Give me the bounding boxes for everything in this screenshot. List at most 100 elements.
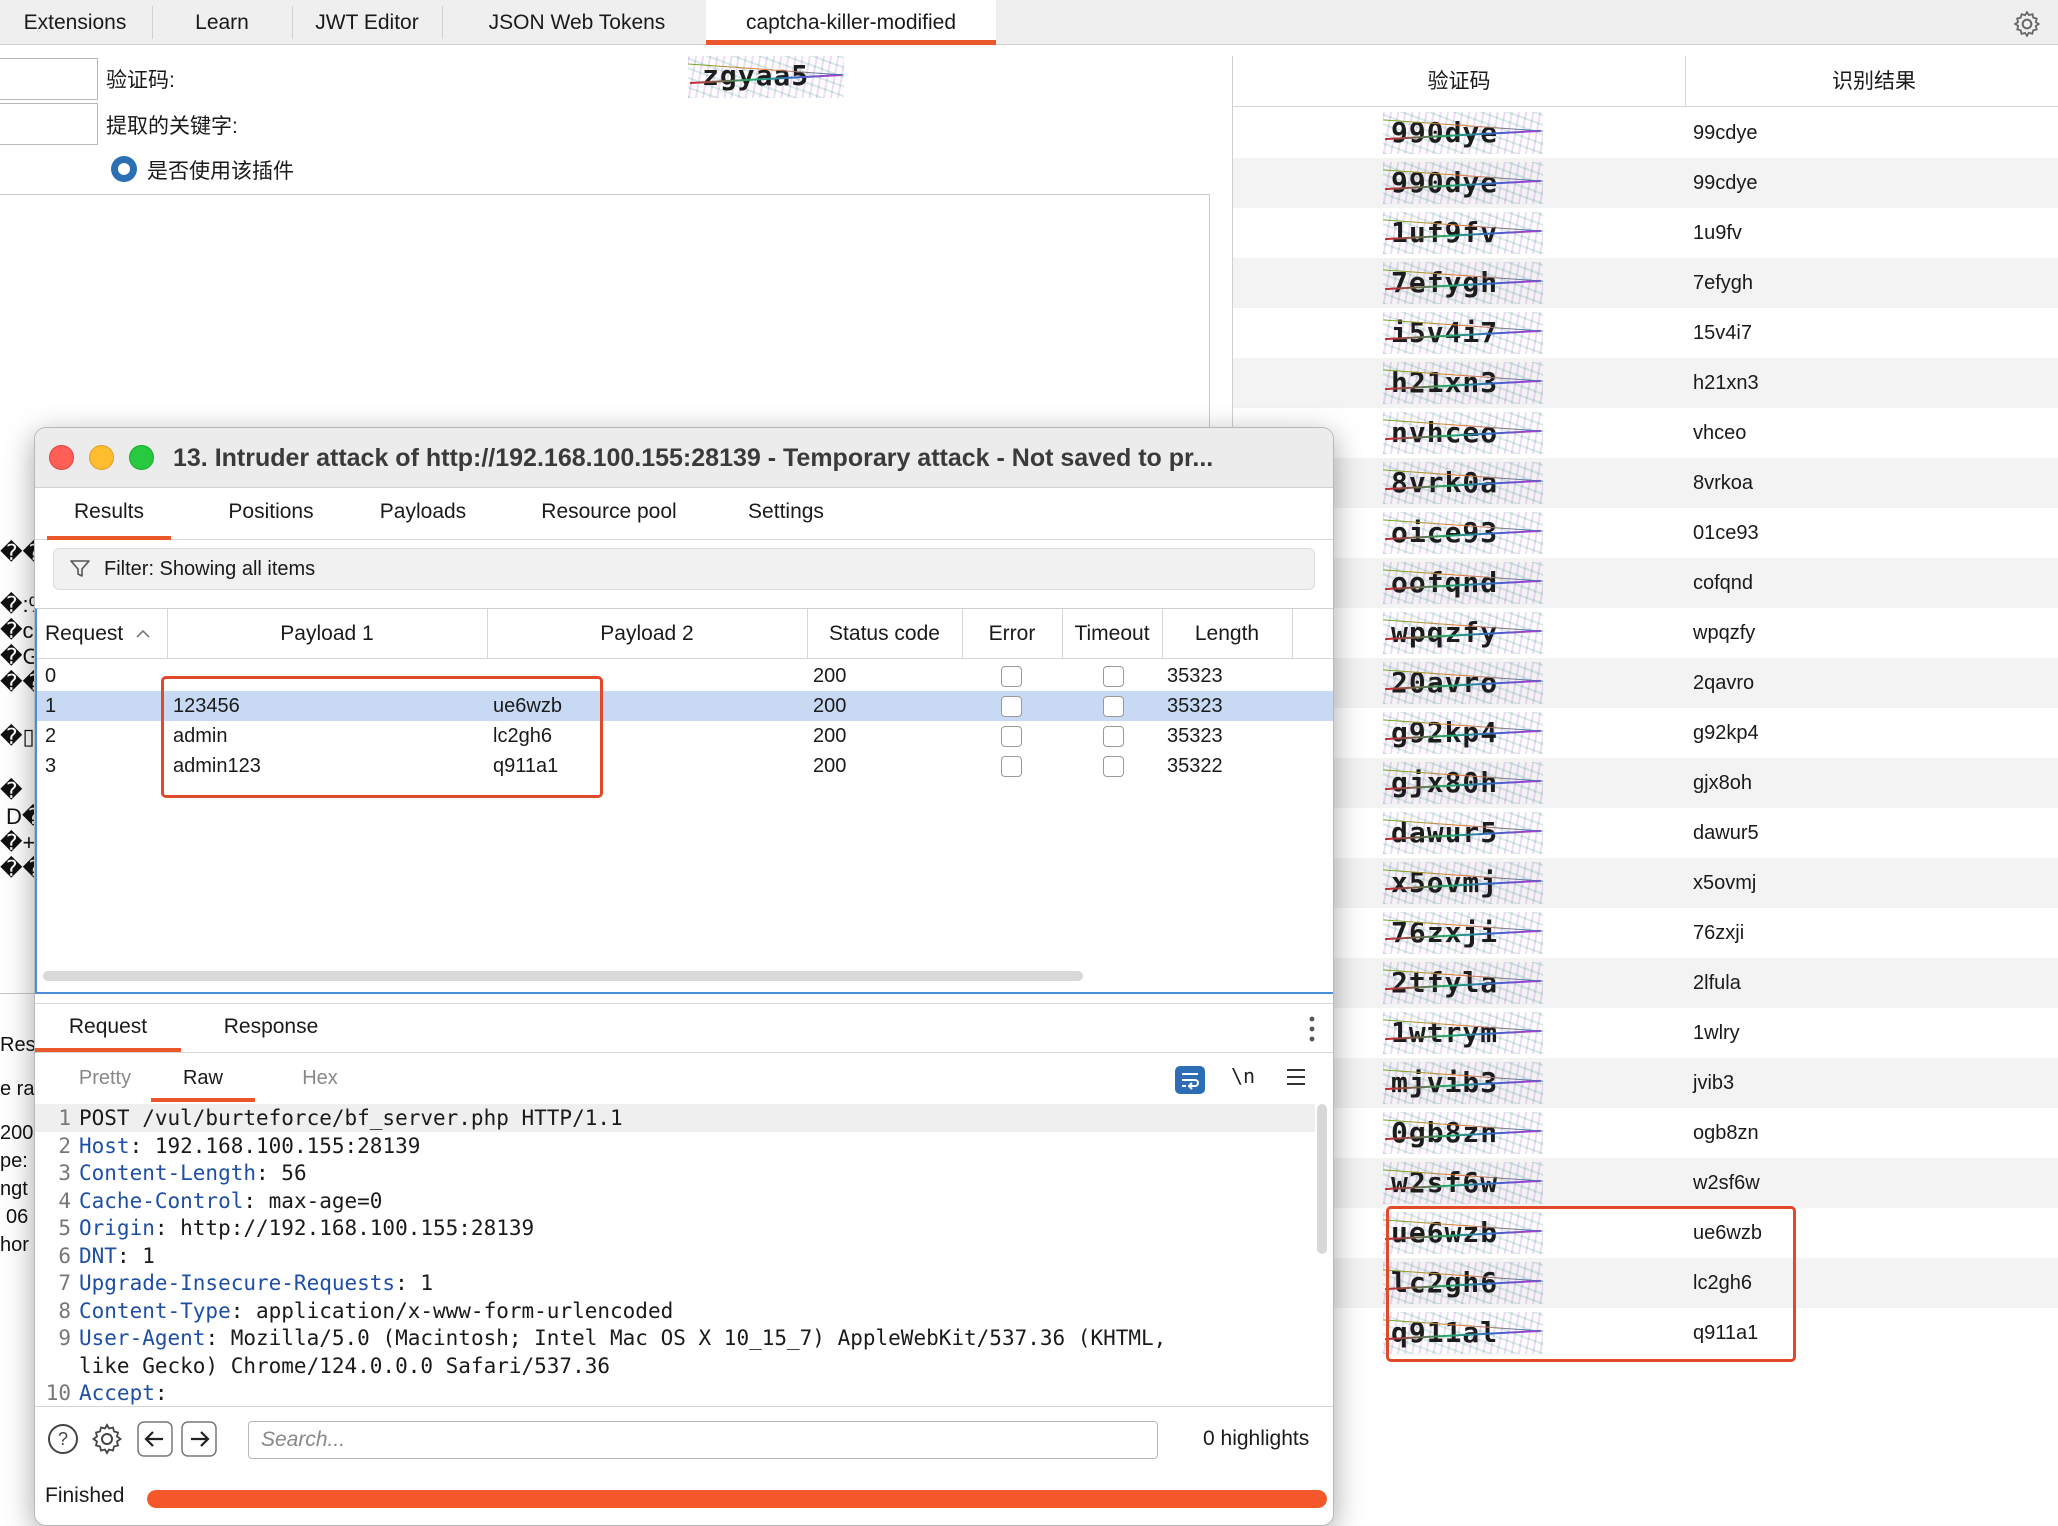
timeout-checkbox[interactable] [1103, 666, 1124, 687]
recognition-row[interactable]: x5ovmj x5ovmj [1233, 858, 2058, 908]
request-response-tabs: Request Response [35, 1003, 1333, 1053]
recognition-result: 01ce93 [1693, 522, 1759, 544]
results-filter-bar[interactable]: Filter: Showing all items [53, 548, 1315, 590]
error-checkbox[interactable] [1001, 696, 1022, 717]
close-window-button[interactable] [49, 445, 74, 470]
recognition-row[interactable]: 1uf9fv 1u9fv [1233, 208, 2058, 258]
tab-json-web-tokens[interactable]: JSON Web Tokens [442, 0, 712, 45]
more-options-icon[interactable] [1309, 1016, 1315, 1042]
tab-results[interactable]: Results [47, 488, 171, 540]
settings-icon[interactable] [89, 1421, 125, 1457]
gear-icon[interactable] [2012, 9, 2042, 39]
recognition-row[interactable]: nvhceo vhceo [1233, 408, 2058, 458]
hamburger-menu-icon[interactable] [1285, 1068, 1307, 1086]
column-status-code[interactable]: Status code [807, 609, 962, 659]
recognition-row[interactable]: oofqnd cofqnd [1233, 558, 2058, 608]
word-wrap-toggle[interactable] [1175, 1066, 1205, 1094]
tab-learn[interactable]: Learn [152, 0, 292, 45]
column-payload1[interactable]: Payload 1 [167, 609, 487, 659]
timeout-checkbox[interactable] [1103, 756, 1124, 777]
help-icon[interactable]: ? [45, 1421, 81, 1457]
use-plugin-label: 是否使用该插件 [147, 160, 294, 183]
recognition-row[interactable]: mjvib3 jvib3 [1233, 1058, 2058, 1108]
captcha-image: 76zxji [1383, 912, 1543, 954]
recognition-row[interactable]: 8vrk0a 8vrkoa [1233, 458, 2058, 508]
horizontal-scrollbar[interactable] [43, 971, 1083, 981]
maximize-window-button[interactable] [129, 445, 154, 470]
line-number: 3 [58, 1161, 71, 1185]
recognition-result: 2qavro [1693, 672, 1755, 694]
tab-raw[interactable]: Raw [151, 1054, 255, 1102]
arrow-left-icon[interactable] [137, 1421, 173, 1457]
cell-length: 35322 [1167, 755, 1223, 777]
timeout-checkbox[interactable] [1103, 726, 1124, 747]
timeout-checkbox[interactable] [1103, 696, 1124, 717]
recognition-row[interactable]: oice93 01ce93 [1233, 508, 2058, 558]
recognition-result: 99cdye [1693, 172, 1758, 194]
captcha-value-input[interactable] [0, 58, 98, 100]
recognition-row[interactable]: 20avro 2qavro [1233, 658, 2058, 708]
recognition-row[interactable]: gjx80h gjx8oh [1233, 758, 2058, 808]
header-value: POST /vul/burteforce/bf_server.php HTTP/… [79, 1106, 623, 1130]
top-tab-bar: Extensions Learn JWT Editor JSON Web Tok… [0, 0, 2058, 45]
request-line: 1 POST /vul/burteforce/bf_server.php HTTP… [35, 1104, 1315, 1132]
captcha-image: wpqzfy [1383, 612, 1543, 654]
column-captcha[interactable]: 验证码 [1233, 56, 1685, 107]
recognition-row[interactable]: 1wtrym 1wlry [1233, 1008, 2058, 1058]
vertical-scrollbar[interactable] [1317, 1104, 1327, 1254]
search-input[interactable]: Search... [248, 1421, 1158, 1459]
header-value: : application/x-www-form-urlencoded [230, 1298, 674, 1323]
recognition-row[interactable]: 0gb8zn ogb8zn [1233, 1108, 2058, 1158]
tab-hex[interactable]: Hex [275, 1054, 365, 1102]
sort-ascending-icon [136, 629, 150, 638]
tab-resource-pool[interactable]: Resource pool [503, 488, 715, 540]
captcha-image: mjvib3 [1383, 1062, 1543, 1104]
recognition-row[interactable]: i5v4i7 15v4i7 [1233, 308, 2058, 358]
captcha-image: x5ovmj [1383, 862, 1543, 904]
error-checkbox[interactable] [1001, 666, 1022, 687]
column-payload2[interactable]: Payload 2 [487, 609, 807, 659]
use-plugin-radio[interactable] [111, 156, 137, 182]
line-number: 9 [58, 1326, 71, 1350]
column-request[interactable]: Request [37, 609, 167, 659]
garbled-text: �+ [0, 830, 36, 855]
tab-extensions[interactable]: Extensions [0, 0, 150, 45]
garbled-text: e ra [0, 1078, 35, 1100]
column-error[interactable]: Error [962, 609, 1062, 659]
tab-request[interactable]: Request [35, 1004, 181, 1052]
column-length[interactable]: Length [1162, 609, 1292, 659]
tab-jwt-editor[interactable]: JWT Editor [292, 0, 442, 45]
tab-pretty[interactable]: Pretty [55, 1054, 155, 1102]
garbled-text: �▯ [0, 724, 35, 749]
garbled-text: � [0, 778, 23, 803]
recognition-row[interactable]: 990dye 99cdye [1233, 108, 2058, 158]
error-checkbox[interactable] [1001, 726, 1022, 747]
arrow-right-icon[interactable] [181, 1421, 217, 1457]
column-result[interactable]: 识别结果 [1685, 56, 2058, 107]
recognition-row[interactable]: 76zxji 76zxji [1233, 908, 2058, 958]
recognition-row[interactable]: g92kp4 g92kp4 [1233, 708, 2058, 758]
recognition-row[interactable]: 2tfyla 2lfula [1233, 958, 2058, 1008]
tab-captcha-killer-modified[interactable]: captcha-killer-modified [706, 0, 996, 45]
request-editor[interactable]: 1 POST /vul/burteforce/bf_server.php HTTP… [35, 1104, 1333, 1406]
recognition-row[interactable]: wpqzfy wpqzfy [1233, 608, 2058, 658]
recognition-row[interactable]: 7efygh 7efygh [1233, 258, 2058, 308]
recognition-row[interactable]: dawur5 dawur5 [1233, 808, 2058, 858]
cell-request: 2 [45, 725, 57, 747]
column-request-label: Request [45, 622, 124, 645]
column-timeout[interactable]: Timeout [1062, 609, 1162, 659]
tab-payloads[interactable]: Payloads [351, 488, 495, 540]
keyword-input[interactable] [0, 103, 98, 145]
recognition-row[interactable]: 990dye 99cdye [1233, 158, 2058, 208]
newline-toggle[interactable]: \n [1231, 1064, 1255, 1088]
captcha-image: 8vrk0a [1383, 462, 1543, 504]
recognition-row[interactable]: h21xn3 h21xn3 [1233, 358, 2058, 408]
recognition-row[interactable]: w2sf6w w2sf6w [1233, 1158, 2058, 1208]
error-checkbox[interactable] [1001, 756, 1022, 777]
recognition-result: 2lfula [1693, 972, 1741, 994]
captcha-image: 990dye [1383, 162, 1543, 204]
tab-response[interactable]: Response [201, 1004, 341, 1052]
tab-settings[interactable]: Settings [725, 488, 847, 540]
tab-positions[interactable]: Positions [205, 488, 337, 540]
minimize-window-button[interactable] [89, 445, 114, 470]
